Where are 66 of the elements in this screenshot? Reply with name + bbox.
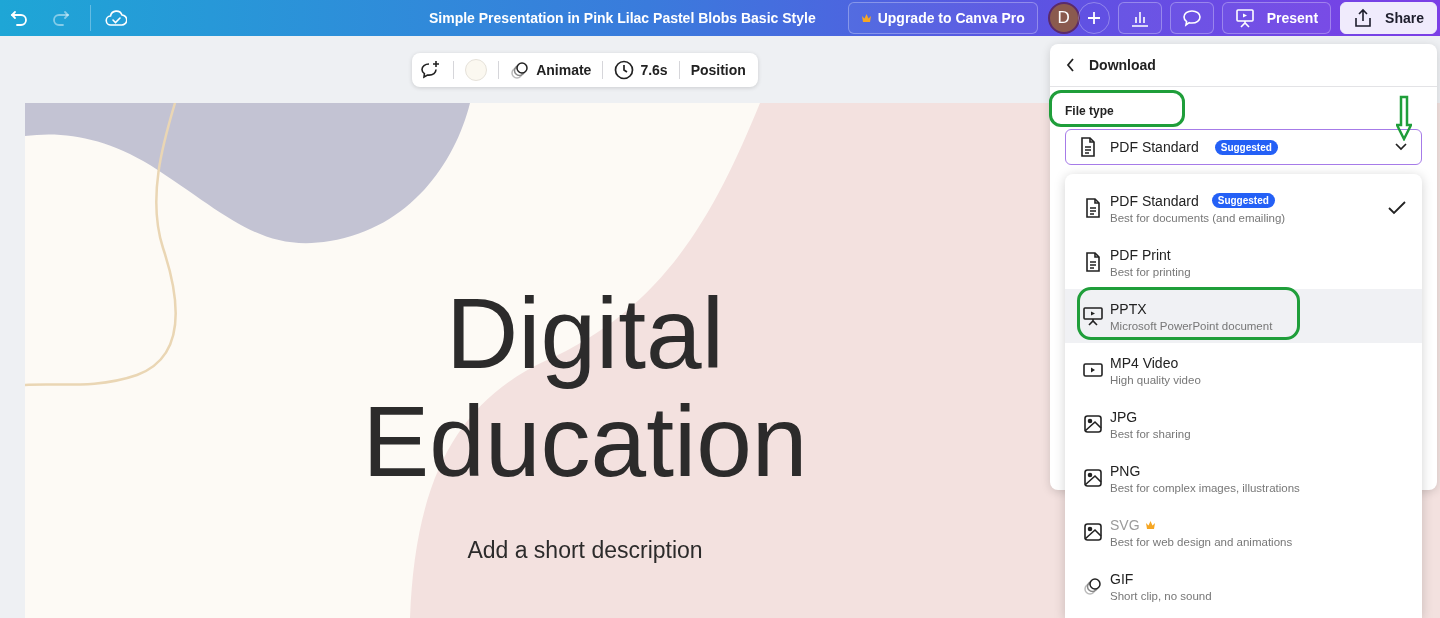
- redo-icon: [52, 10, 70, 26]
- color-swatch[interactable]: [465, 59, 488, 81]
- bar-chart-icon: [1130, 9, 1149, 27]
- present-button[interactable]: Present: [1221, 2, 1332, 34]
- crown-icon: [860, 13, 872, 23]
- file-type-option[interactable]: MP4 Video High quality video: [1065, 343, 1422, 397]
- option-title: PDF Standard: [1110, 192, 1199, 209]
- file-type-option[interactable]: GIF Short clip, no sound: [1065, 559, 1422, 613]
- file-type-option[interactable]: PNG Best for complex images, illustrations: [1065, 451, 1422, 505]
- image-icon: [1084, 469, 1102, 487]
- option-title: PDF Print: [1110, 246, 1171, 263]
- file-type-label: File type: [1065, 104, 1114, 118]
- suggested-badge: Suggested: [1214, 139, 1278, 155]
- animation-circles-icon: [1083, 576, 1103, 596]
- share-icon: [1353, 8, 1374, 28]
- option-description: Best for complex images, illustrations: [1110, 481, 1300, 494]
- undo-icon: [10, 10, 28, 26]
- animate-button[interactable]: Animate: [510, 60, 592, 80]
- slide-description: Add a short description: [467, 537, 703, 564]
- option-description: Best for web design and animations: [1110, 535, 1293, 548]
- document-icon: [1085, 198, 1101, 218]
- comment-icon: [1181, 9, 1202, 27]
- insights-button[interactable]: [1117, 2, 1162, 34]
- clock-icon: [614, 60, 635, 80]
- option-title: PPTX: [1110, 300, 1147, 317]
- video-icon: [1083, 362, 1103, 378]
- back-button[interactable]: [1066, 58, 1075, 72]
- option-title: SVG: [1110, 516, 1140, 533]
- slide-title: Digital: [446, 279, 724, 387]
- cloud-check-icon[interactable]: [105, 9, 127, 27]
- file-type-option[interactable]: SVG Best for web design and animations: [1065, 505, 1422, 559]
- file-type-option[interactable]: PDF Print Best for printing: [1065, 235, 1422, 289]
- file-type-dropdown[interactable]: PDF Standard Suggested: [1065, 129, 1422, 165]
- option-description: Best for sharing: [1110, 427, 1191, 440]
- crown-icon: [1144, 519, 1156, 530]
- presentation-icon: [1083, 306, 1103, 326]
- user-avatar[interactable]: D: [1047, 2, 1080, 34]
- plus-icon: [1086, 11, 1101, 25]
- comment-button[interactable]: [1169, 2, 1214, 34]
- image-icon: [1084, 523, 1102, 541]
- position-button[interactable]: Position: [690, 62, 746, 78]
- upgrade-button[interactable]: Upgrade to Canva Pro: [847, 2, 1038, 34]
- image-icon: [1084, 415, 1102, 433]
- option-description: High quality video: [1110, 373, 1201, 386]
- option-description: Best for printing: [1110, 265, 1191, 278]
- chevron-left-icon: [1066, 58, 1075, 72]
- chevron-down-icon: [1395, 143, 1407, 151]
- share-button[interactable]: Share: [1340, 2, 1437, 34]
- option-description: Best for documents (and emailing): [1110, 211, 1286, 224]
- suggested-badge: Suggested: [1211, 193, 1275, 208]
- presentation-icon: [1234, 8, 1255, 28]
- option-description: Short clip, no sound: [1110, 589, 1212, 602]
- option-title: GIF: [1110, 570, 1134, 587]
- file-type-option[interactable]: PPTX Microsoft PowerPoint document: [1065, 289, 1422, 343]
- document-icon: [1085, 252, 1101, 272]
- option-title: PNG: [1110, 462, 1141, 479]
- option-title: MP4 Video: [1110, 354, 1179, 371]
- panel-title: Download: [1089, 57, 1156, 73]
- file-type-option[interactable]: PDF Standard Suggested Best for documents (and emailing): [1065, 181, 1422, 235]
- animation-circles-icon: [510, 60, 531, 80]
- option-description: Microsoft PowerPoint document: [1110, 319, 1273, 332]
- option-title: JPG: [1110, 408, 1138, 425]
- document-title[interactable]: Simple Presentation in Pink Lilac Pastel Blobs Basic Style: [429, 10, 816, 26]
- document-icon: [1080, 137, 1096, 157]
- duration-button[interactable]: 7.6s: [614, 60, 668, 80]
- file-type-option[interactable]: JPG Best for sharing: [1065, 397, 1422, 451]
